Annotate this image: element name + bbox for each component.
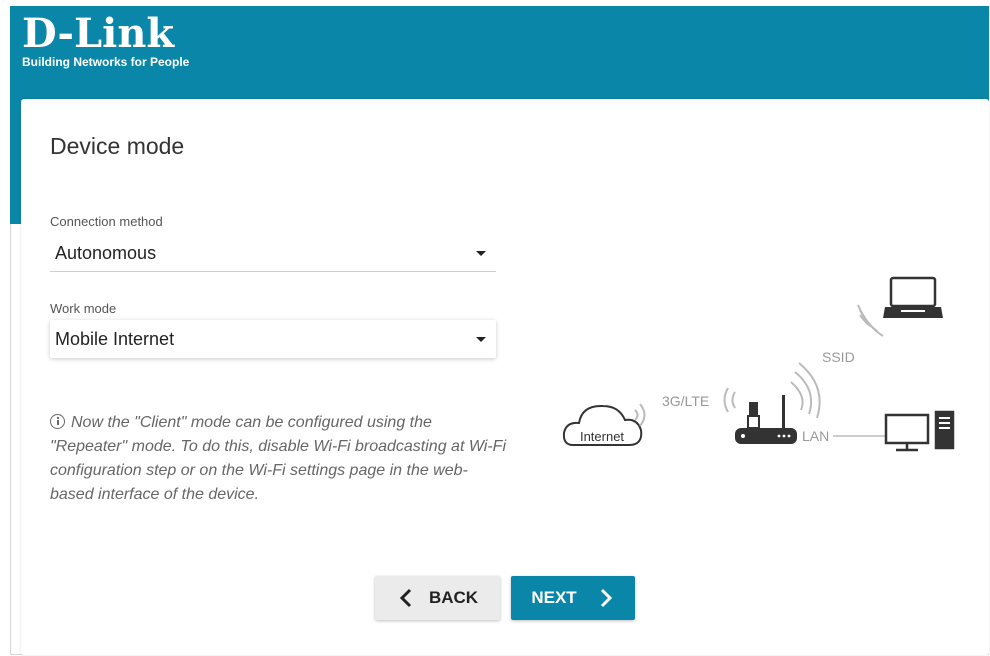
- info-note: Now the "Client" mode can be configured …: [50, 411, 510, 507]
- info-note-text: Now the "Client" mode can be configured …: [50, 414, 507, 503]
- next-button[interactable]: NEXT: [511, 576, 635, 620]
- connection-method-value: Autonomous: [55, 243, 157, 263]
- laptop-icon: [883, 276, 943, 318]
- dropdown-arrow-icon: [476, 251, 486, 256]
- internet-label: Internet: [580, 429, 624, 444]
- dropdown-arrow-icon: [476, 337, 486, 342]
- lan-label: LAN: [802, 428, 829, 444]
- logo-wordmark: D-Link: [22, 10, 175, 57]
- back-button[interactable]: BACK: [375, 576, 500, 620]
- chevron-left-icon: [399, 588, 411, 608]
- connection-method-label: Connection method: [50, 214, 163, 229]
- info-icon: [50, 414, 65, 429]
- router-icon: [735, 395, 797, 444]
- network-diagram: Internet 3G/LTE LAN SSID: [562, 276, 955, 452]
- page-title: Device mode: [50, 133, 185, 159]
- connection-method-select[interactable]: Autonomous: [50, 234, 496, 272]
- work-mode-select[interactable]: Mobile Internet: [50, 320, 496, 358]
- work-mode-label: Work mode: [50, 301, 117, 316]
- dlink-logo: D-Link Building Networks for People: [22, 10, 190, 70]
- back-button-label: BACK: [428, 588, 479, 607]
- next-button-label: NEXT: [531, 588, 577, 607]
- work-mode-value: Mobile Internet: [55, 329, 175, 349]
- ssid-label: SSID: [822, 349, 855, 365]
- uplink-label: 3G/LTE: [662, 393, 709, 409]
- logo-tagline: Building Networks for People: [22, 55, 190, 69]
- chevron-right-icon: [600, 588, 612, 608]
